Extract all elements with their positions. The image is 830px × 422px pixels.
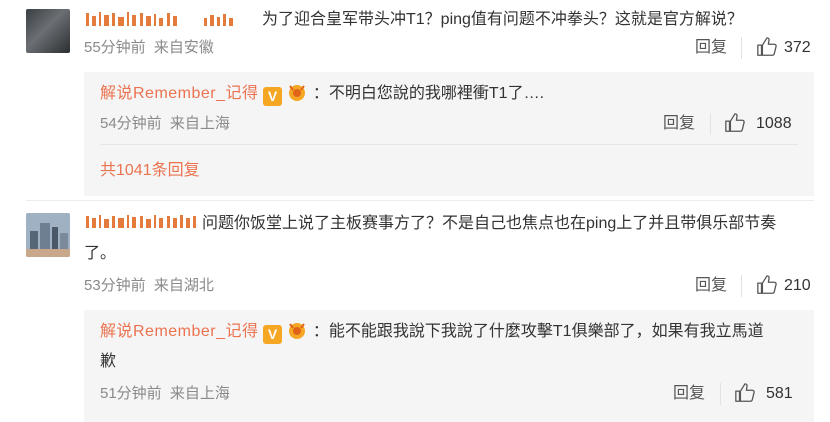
like-button[interactable]: 372	[756, 36, 811, 63]
like-button[interactable]: 210	[756, 274, 811, 301]
comment-text: 为了迎合皇军带头冲T1？ping值有问题不冲拳头？这就是官方解说？	[262, 11, 743, 28]
sub-reply-location: 来自上海	[169, 115, 230, 132]
divider	[720, 383, 721, 405]
like-count: 581	[766, 385, 793, 402]
sub-like-button[interactable]: 1088	[724, 112, 792, 139]
like-count: 1088	[756, 115, 792, 132]
comment-text-continued: 了。	[84, 245, 117, 262]
sub-reply-line: 解说Remember_记得 V ：能不能跟我說下我說了什麼攻擊T1俱樂部了，如果…	[100, 320, 764, 344]
sub-reply-username[interactable]: 解说Remember_记得	[100, 323, 259, 340]
fan-badge-icon	[289, 323, 306, 339]
username-blurred[interactable]	[84, 10, 239, 31]
comment-location: 来自安徽	[153, 39, 214, 56]
sub-reply-button[interactable]: 回复	[663, 114, 695, 134]
comment-time: 53分钟前	[84, 277, 146, 294]
reply-button[interactable]: 回复	[695, 38, 727, 58]
comment-location: 来自湖北	[153, 277, 214, 294]
more-replies-link[interactable]: 共1041条回复	[100, 160, 200, 182]
sub-like-button[interactable]: 581	[734, 382, 793, 409]
sub-reply-text: ：不明白您說的我哪裡衝T1了….	[312, 85, 545, 102]
sub-reply-username[interactable]: 解说Remember_记得	[100, 85, 259, 102]
box-divider	[100, 144, 798, 145]
thumbs-up-icon	[757, 275, 777, 294]
like-count: 372	[784, 39, 811, 56]
sub-reply-time: 51分钟前	[100, 385, 162, 402]
sub-reply-button[interactable]: 回复	[673, 384, 705, 404]
fan-badge-icon	[289, 85, 306, 101]
avatar-image	[26, 213, 70, 257]
avatar[interactable]	[26, 9, 70, 53]
comment-text: 问题你饭堂上说了主板赛事方了？不是自己也焦点也在ping上了并且带俱乐部节奏	[202, 215, 777, 232]
divider	[741, 37, 742, 59]
sub-reply-meta: 51分钟前 来自上海	[100, 384, 230, 404]
thumbs-up-icon	[757, 37, 777, 56]
comment-time: 55分钟前	[84, 39, 146, 56]
sub-reply-time: 54分钟前	[100, 115, 162, 132]
sub-reply-location: 来自上海	[169, 385, 230, 402]
divider	[710, 113, 711, 135]
sub-reply-meta: 54分钟前 来自上海	[100, 114, 230, 134]
comment-meta: 53分钟前 来自湖北	[84, 276, 214, 296]
blurred-username-image	[86, 12, 233, 26]
thumbs-up-icon	[725, 113, 745, 132]
verified-badge-icon: V	[263, 325, 282, 344]
username-blurred[interactable]	[84, 212, 200, 233]
blurred-username-image	[86, 215, 196, 228]
reply-button[interactable]: 回复	[695, 276, 727, 296]
comment-divider	[26, 200, 814, 201]
sub-reply-text-continued: 歉	[100, 353, 117, 370]
verified-badge-icon: V	[263, 87, 282, 106]
sub-reply-text: ：能不能跟我說下我說了什麼攻擊T1俱樂部了，如果有我立馬道	[312, 323, 764, 340]
like-count: 210	[784, 277, 811, 294]
sub-reply-line: 解说Remember_记得 V ：不明白您說的我哪裡衝T1了….	[100, 82, 544, 106]
comment-meta: 55分钟前 来自安徽	[84, 38, 214, 58]
thumbs-up-icon	[735, 383, 755, 402]
avatar[interactable]	[26, 213, 70, 257]
divider	[741, 275, 742, 297]
